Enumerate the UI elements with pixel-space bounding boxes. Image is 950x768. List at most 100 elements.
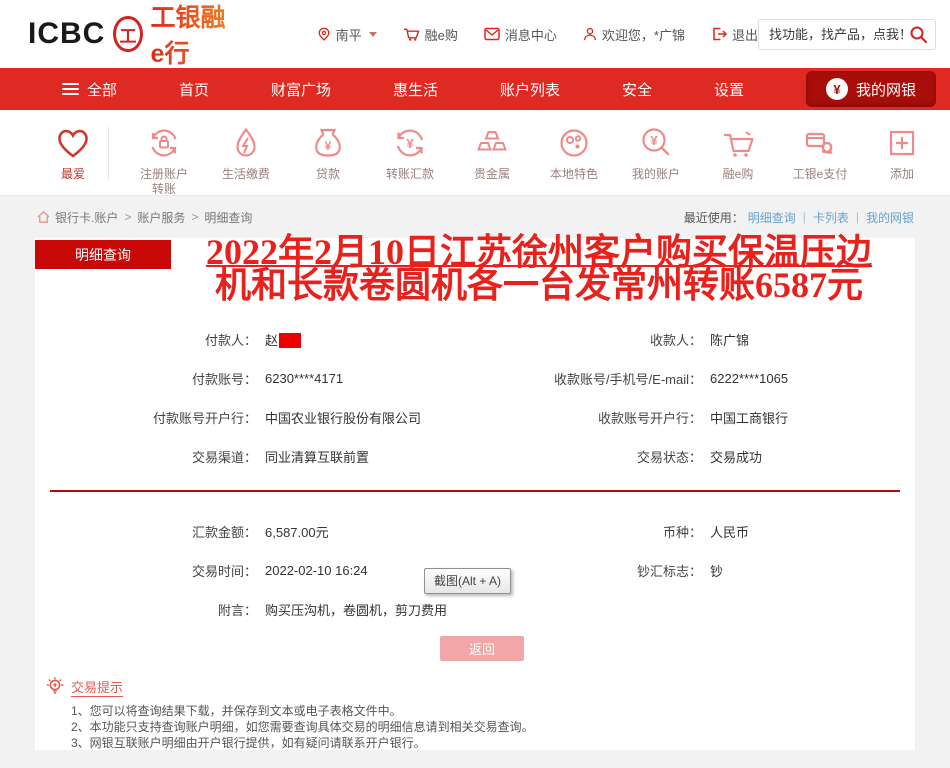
shortcut-label: 添加 [861,167,943,182]
nav-item-life[interactable]: 惠生活 [393,79,438,100]
money-bag-icon: ¥ [308,123,348,163]
shortcut-my-accounts[interactable]: ¥ 我的账户 [615,123,697,182]
nav-my-ebank-tab[interactable]: ¥ 我的网银 [806,71,936,107]
tip-item: 2、本功能只支持查询账户明细，如您需要查询具体交易的明细信息请到相关交易查询。 [71,719,897,735]
field-row-account: 付款账号：6230****4171 收款账号/手机号/E-mail：6222**… [35,359,915,398]
annotation-headline: 2022年2月10日江苏徐州客户购买保温压边 机和长款卷圆机各一台发常州转账65… [163,236,915,302]
field-row-memo: 附言： 购买压沟机，卷圆机，剪刀费用 [35,590,915,629]
logout-icon [711,26,727,42]
field-row-payer: 付款人：赵 收款人：陈广锦 [35,320,915,359]
drop-bolt-icon [226,123,266,163]
field-label: 汇款金额： [35,522,257,541]
shortcut-label: 贵金属 [451,167,533,182]
location-label: 南平 [336,25,362,44]
field-label: 交易渠道： [35,447,257,466]
shortcut-rong-e-gou[interactable]: 融e购 [697,123,779,182]
shortcut-register-transfer[interactable]: 注册账户转账 [123,123,205,197]
search-icon[interactable] [909,25,928,44]
envelope-icon [484,27,500,41]
icbc-logo-text: ICBC [28,17,105,51]
shortcut-local-features[interactable]: 本地特色 [533,123,615,182]
field-label: 交易状态： [440,447,702,466]
recent-link-my-ebank[interactable]: 我的网银 [866,209,914,226]
detail-tab[interactable]: 明细查询 [35,240,171,269]
screenshot-tooltip: 截图(Alt + A) [424,568,511,594]
headline-line2: 机和长款卷圆机各一台发常州转账6587元 [163,269,915,302]
logout-label: 退出 [732,25,758,44]
breadcrumb-item[interactable]: 明细查询 [204,209,252,226]
shortcut-transfer-remit[interactable]: ¥ 转账汇款 [369,123,451,182]
cart-label: 融e购 [425,25,458,44]
payer-account-value: 6230****4171 [265,371,343,386]
location-pin-icon [317,26,331,42]
tips-list: 1、您可以将查询结果下载，并保存到文本或电子表格文件中。 2、本功能只支持查询账… [45,703,897,751]
svg-text:¥: ¥ [406,136,414,151]
back-button[interactable]: 返回 [440,636,524,661]
shortcut-label: 转账汇款 [369,167,451,182]
currency-value: 人民币 [710,522,749,541]
field-label: 收款账号/手机号/E-mail： [440,369,702,388]
icbc-emblem-icon: 工 [113,16,142,52]
tip-item: 3、网银互联账户明细由开户银行提供，如有疑问请联系开户银行。 [71,735,897,751]
shortcut-utility-payment[interactable]: 生活缴费 [205,123,287,182]
field-label: 币种： [440,522,702,541]
lightbulb-icon [45,676,65,696]
nav-item-settings[interactable]: 设置 [714,79,744,100]
payer-bank-value: 中国农业银行股份有限公司 [265,408,421,427]
payer-name-value: 赵 [265,330,301,349]
logout-link[interactable]: 退出 [711,25,758,44]
recent-used: 最近使用： 明细查询 | 卡列表 | 我的网银 [684,209,914,226]
recent-link-card-list[interactable]: 卡列表 [813,209,849,226]
amount-value: 6,587.00元 [265,522,329,541]
recent-link-detail-query[interactable]: 明细查询 [748,209,796,226]
breadcrumb-item[interactable]: 银行卡.账户 [55,209,118,226]
message-center-link[interactable]: 消息中心 [484,25,557,44]
nav-item-home[interactable]: 首页 [179,79,209,100]
breadcrumb-item[interactable]: 账户服务 [137,209,185,226]
nav-item-accounts[interactable]: 账户列表 [500,79,560,100]
user-icon [583,26,597,42]
shortcut-epay[interactable]: 工银e支付 [779,123,861,182]
red-divider [50,490,900,492]
main-nav: 全部 首页 财富广场 惠生活 账户列表 安全 设置 ¥ 我的网银 [0,68,950,110]
welcome-label: 欢迎您，*广锦 [602,25,685,44]
welcome-user[interactable]: 欢迎您，*广锦 [583,25,685,44]
field-row-bank: 付款账号开户行：中国农业银行股份有限公司 收款账号开户行：中国工商银行 [35,398,915,437]
nav-item-all[interactable]: 全部 [62,79,117,100]
epay-card-icon [800,123,840,163]
breadcrumb-separator: > [124,210,131,224]
local-feature-icon [554,123,594,163]
payee-account-value: 6222****1065 [710,371,788,386]
field-label: 收款账号开户行： [440,408,702,427]
redaction-block [279,333,301,348]
pipe-separator: | [856,210,859,224]
field-row-amount: 汇款金额： 6,587.00元 币种： 人民币 [35,512,915,551]
nav-item-security[interactable]: 安全 [622,79,652,100]
nav-item-wealth[interactable]: 财富广场 [271,79,331,100]
shortcut-loans[interactable]: ¥ 贷款 [287,123,369,182]
tips-title: 交易提示 [71,677,123,696]
svg-text:¥: ¥ [325,139,332,153]
chevron-down-icon [369,32,377,37]
field-label: 付款账号开户行： [35,408,257,427]
tip-item: 1、您可以将查询结果下载，并保存到文本或电子表格文件中。 [71,703,897,719]
field-label: 交易时间： [35,561,257,580]
home-icon[interactable] [36,210,51,224]
shortcut-label: 本地特色 [533,167,615,182]
shortcut-precious-metals[interactable]: 贵金属 [451,123,533,182]
field-label: 附言： [35,600,257,619]
cart-link[interactable]: 融e购 [403,25,458,44]
field-label: 付款人： [35,330,257,349]
shortcut-label: 贷款 [287,167,369,182]
shortcut-add[interactable]: 添加 [861,123,943,182]
cart-icon [403,26,420,42]
cash-flag-value: 钞 [710,561,723,580]
shortcut-label: 融e购 [697,167,779,182]
money-bag-icon: ¥ [826,78,848,100]
field-label: 收款人： [440,330,702,349]
shortcut-favorites[interactable]: 最爱 [42,123,104,182]
shortcut-label: 我的账户 [615,167,697,182]
location-selector[interactable]: 南平 [317,25,377,44]
tips-title-row: 交易提示 [45,676,897,696]
memo-value: 购买压沟机，卷圆机，剪刀费用 [265,600,447,619]
